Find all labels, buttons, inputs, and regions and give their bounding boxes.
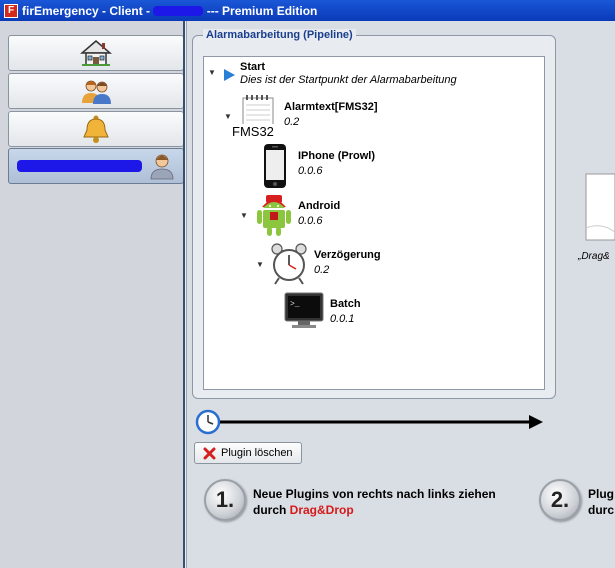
delete-plugin-button[interactable]: Plugin löschen <box>194 442 302 464</box>
step-number: 1. <box>204 479 246 521</box>
step-line2-prefix: durch <box>253 503 290 517</box>
timeline-arrow <box>195 409 543 435</box>
delete-plugin-label: Plugin löschen <box>221 447 293 459</box>
node-desc: 0.2 <box>314 264 330 276</box>
app-icon: F <box>4 3 18 18</box>
node-name: Alarmtext[FMS32] <box>284 101 378 113</box>
node-desc: Dies ist der Startpunkt der Alarmabarbei… <box>240 74 457 86</box>
user-icon <box>150 154 174 180</box>
play-icon <box>224 69 235 81</box>
window-title-prefix: firEmergency - Client - <box>22 3 154 18</box>
drop-target-caption: „Drag& <box>578 251 610 262</box>
document-icon <box>585 173 615 241</box>
step-line2-prefix: durc <box>588 503 615 517</box>
android-icon <box>257 195 291 236</box>
window-title-suffix: --- Premium Edition <box>203 3 318 18</box>
tree-node-batch[interactable]: >_ Batch 0.0.1 <box>284 291 361 331</box>
node-desc: 0.0.1 <box>330 313 355 325</box>
pipeline-title: Alarmabarbeitung (Pipeline) <box>203 29 356 41</box>
node-desc: 0.2 <box>284 116 300 128</box>
expand-toggle-android[interactable]: ▼ <box>240 211 248 220</box>
step-number: 2. <box>539 479 581 521</box>
title-bar: F firEmergency - Client - --- Premium Ed… <box>0 0 615 21</box>
sidebar <box>0 21 184 568</box>
clock-icon <box>195 409 221 435</box>
users-icon <box>82 80 111 104</box>
expand-toggle-start[interactable]: ▼ <box>208 68 216 77</box>
iphone-icon <box>264 144 286 188</box>
node-desc: 0.0.6 <box>298 215 323 227</box>
expand-toggle-delay[interactable]: ▼ <box>256 260 264 269</box>
node-desc: 0.0.6 <box>298 165 323 177</box>
node-name: Android <box>298 200 341 212</box>
tree-node-android[interactable]: Android 0.0.6 <box>254 193 340 237</box>
tree-node-delay[interactable]: Verzögerung 0.2 <box>270 242 381 286</box>
expand-toggle-alarmtext[interactable]: ▼ <box>224 112 232 121</box>
node-name: Start <box>240 61 266 73</box>
node-name: Batch <box>330 298 361 310</box>
close-icon <box>203 447 216 459</box>
house-icon <box>80 40 112 66</box>
pipeline-tree: ▼ Start Dies ist der Startpunkt der Alar… <box>203 56 545 390</box>
redacted-title <box>153 5 204 16</box>
tree-node-iphone[interactable]: IPhone (Prowl) 0.0.6 <box>262 143 375 189</box>
fms32-caption: FMS32 <box>232 124 274 139</box>
sidebar-item-users[interactable] <box>8 73 184 109</box>
svg-text:>_: >_ <box>290 300 300 309</box>
step-2: 2. Plug durc <box>539 479 614 521</box>
step-1: 1. Neue Plugins von rechts nach links zi… <box>204 479 496 521</box>
node-name: IPhone (Prowl) <box>298 150 375 162</box>
sidebar-item-alarm[interactable] <box>8 111 184 147</box>
sidebar-item-home[interactable] <box>8 35 184 71</box>
sidebar-item-account[interactable] <box>8 148 184 184</box>
drag-drop-highlight: Drag&Drop <box>289 503 354 517</box>
step-line1: Neue Plugins von rechts nach links ziehe… <box>253 487 496 501</box>
drag-drop-target[interactable]: „Drag& <box>578 172 615 262</box>
main-panel: Alarmabarbeitung (Pipeline) ▼ Start Dies… <box>187 21 615 568</box>
terminal-icon: >_ <box>284 292 324 328</box>
node-name: Verzögerung <box>314 249 381 261</box>
tree-node-alarmtext[interactable]: FMS32 Alarmtext[FMS32] 0.2 <box>232 95 378 139</box>
tree-node-start[interactable]: Start Dies ist der Startpunkt der Alarma… <box>222 61 457 86</box>
bell-icon <box>83 115 109 143</box>
redacted-account-name <box>17 160 142 172</box>
alarm-clock-icon <box>271 243 307 285</box>
step-line1: Plug <box>588 487 614 501</box>
pipeline-group: Alarmabarbeitung (Pipeline) ▼ Start Dies… <box>192 29 556 399</box>
